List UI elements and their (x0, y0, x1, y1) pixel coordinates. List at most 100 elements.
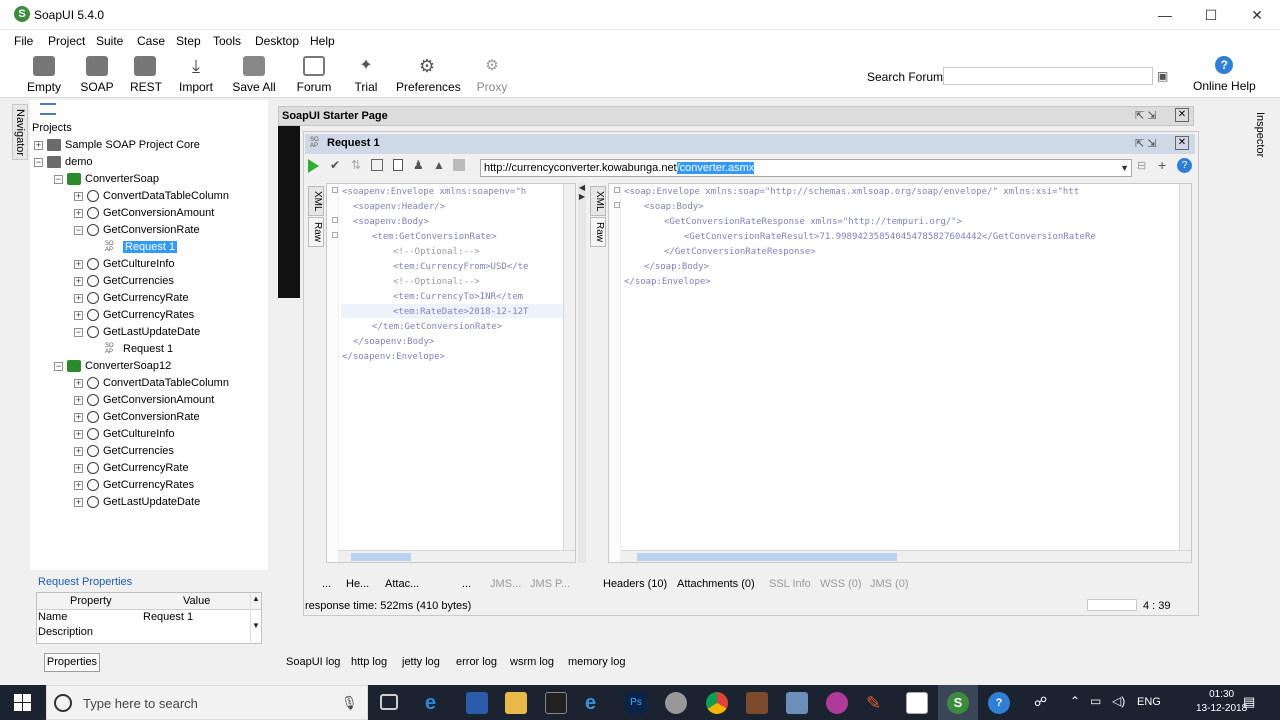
response-xml-editor[interactable]: <soap:Envelope xmlns:soap="http://schema… (608, 183, 1192, 563)
tree-item[interactable]: + GetCurrencyRate (34, 290, 266, 307)
expand-icon[interactable]: + (74, 497, 83, 507)
terminal-icon[interactable] (545, 692, 567, 714)
tree-item[interactable]: SO AP Request 1 (34, 341, 266, 358)
properties-scrollbar[interactable]: ▲ ▼ (250, 594, 261, 642)
help-icon[interactable]: ? (1177, 158, 1192, 173)
collapse-icon[interactable]: − (54, 361, 63, 371)
close-icon[interactable]: ✕ (1175, 108, 1189, 122)
tree-item[interactable]: + GetConversionAmount (34, 205, 266, 222)
tree-item[interactable]: + Sample SOAP Project Core (34, 137, 266, 154)
request-tab-jms-properties[interactable]: JMS P... (530, 578, 570, 590)
tree-item[interactable]: − GetLastUpdateDate (34, 324, 266, 341)
request-tab-jms-headers[interactable]: JMS... (490, 578, 521, 590)
response-tab-ssl-info[interactable]: SSL Info (769, 578, 811, 590)
tree-item[interactable]: + GetCurrencyRates (34, 307, 266, 324)
expand-icon[interactable]: + (74, 191, 83, 201)
tree-item[interactable]: + GetLastUpdateDate (34, 494, 266, 511)
internet-explorer-icon[interactable]: e (585, 692, 607, 714)
tree-item[interactable]: + GetCultureInfo (34, 426, 266, 443)
create-teststep-icon[interactable] (371, 159, 383, 171)
tree-item[interactable]: + GetCurrencies (34, 273, 266, 290)
expand-icon[interactable]: + (74, 412, 83, 422)
memory-log-tab[interactable]: memory log (568, 656, 625, 668)
tree-item[interactable]: − GetConversionRate (34, 222, 266, 239)
pen-icon[interactable]: ✎ (866, 692, 888, 714)
splitter[interactable]: ◀ ▶ (578, 183, 586, 563)
collapse-icon[interactable]: − (74, 225, 83, 235)
tree-item[interactable]: + GetConversionAmount (34, 392, 266, 409)
response-vertical-scrollbar[interactable] (1179, 184, 1191, 550)
soapui-taskbar-icon[interactable]: S (947, 692, 969, 714)
app-icon[interactable] (786, 692, 808, 714)
microphone-icon[interactable]: 🎙 (341, 695, 358, 711)
rest-button[interactable]: REST (130, 56, 162, 94)
expand-icon[interactable]: + (74, 208, 83, 218)
expand-icon[interactable]: + (34, 140, 43, 150)
app-icon[interactable] (746, 692, 768, 714)
table-row[interactable]: Name Request 1 (37, 610, 261, 626)
save-all-button[interactable]: Save All (232, 56, 276, 94)
request-tab-attachments[interactable]: Attac... (385, 578, 419, 590)
app-icon[interactable] (906, 692, 928, 714)
forum-button[interactable]: Forum (296, 56, 332, 94)
binoculars-icon[interactable]: ▣ (1157, 69, 1168, 83)
stop-icon[interactable] (453, 159, 465, 171)
value-column-header[interactable]: Value (183, 595, 210, 607)
tree-item[interactable]: + GetCurrencyRate (34, 460, 266, 477)
notifications-icon[interactable]: ▤ (1243, 694, 1255, 710)
request-vertical-scrollbar[interactable] (563, 184, 575, 550)
menu-file[interactable]: File (14, 34, 33, 48)
collapse-icon[interactable]: − (34, 157, 43, 167)
tree-item[interactable]: + GetCurrencyRates (34, 477, 266, 494)
wsrm-log-tab[interactable]: wsrm log (510, 656, 554, 668)
photoshop-icon[interactable]: Ps (625, 692, 647, 714)
menu-project[interactable]: Project (48, 34, 85, 48)
request-horizontal-scrollbar[interactable] (339, 550, 575, 562)
expand-icon[interactable]: + (74, 310, 83, 320)
restore-icon[interactable]: ⇱ ⇲ (1135, 137, 1157, 150)
user-icon[interactable]: ♟ (413, 158, 424, 172)
tree-item[interactable]: − ConverterSoap (34, 171, 266, 188)
trial-button[interactable]: ✦ Trial (350, 56, 382, 94)
http-log-tab[interactable]: http log (351, 656, 387, 668)
close-button[interactable]: ✕ (1234, 0, 1280, 30)
response-raw-tab[interactable]: Raw (590, 217, 606, 247)
request-tab-headers[interactable]: He... (346, 578, 369, 590)
properties-button[interactable]: Properties (44, 653, 100, 672)
scroll-thumb[interactable] (351, 553, 411, 561)
expand-icon[interactable]: + (74, 429, 83, 439)
app-icon[interactable] (826, 692, 848, 714)
clock[interactable]: 01:30 13-12-2018 (1196, 688, 1247, 716)
response-xml-tab[interactable]: XML (590, 186, 606, 216)
tree-item[interactable]: + ConvertDataTableColumn (34, 375, 266, 392)
restore-icon[interactable]: ⇱ ⇲ (1135, 109, 1157, 122)
menu-case[interactable]: Case (137, 34, 165, 48)
fold-icon[interactable] (614, 202, 620, 208)
property-column-header[interactable]: Property (70, 595, 112, 607)
tree-item[interactable]: + ConvertDataTableColumn (34, 188, 266, 205)
import-button[interactable]: ⤓ Import (176, 56, 216, 94)
jetty-log-tab[interactable]: jetty log (402, 656, 440, 668)
fold-icon[interactable] (614, 187, 620, 193)
table-row[interactable]: Description (37, 626, 261, 642)
expand-icon[interactable]: + (74, 378, 83, 388)
expand-icon[interactable]: + (74, 395, 83, 405)
clone-icon[interactable] (393, 159, 403, 171)
expand-icon[interactable]: + (74, 293, 83, 303)
search-forum-input[interactable] (943, 67, 1153, 85)
maximize-button[interactable]: ☐ (1188, 0, 1234, 30)
request-tab-more[interactable]: ... (322, 578, 331, 590)
tree-item[interactable]: + GetCultureInfo (34, 256, 266, 273)
expand-icon[interactable]: + (74, 276, 83, 286)
app-icon[interactable] (466, 692, 488, 714)
minimize-button[interactable]: — (1142, 0, 1188, 30)
expand-icon[interactable]: + (74, 480, 83, 490)
request-tab-more-2[interactable]: ... (462, 578, 471, 590)
expand-icon[interactable]: + (74, 446, 83, 456)
response-tab-attachments[interactable]: Attachments (0) (677, 578, 755, 590)
proxy-button[interactable]: ⚙ Proxy (474, 56, 510, 94)
task-view-icon[interactable] (380, 694, 398, 710)
menu-suite[interactable]: Suite (96, 34, 123, 48)
response-horizontal-scrollbar[interactable] (621, 550, 1191, 562)
response-tab-headers[interactable]: Headers (10) (603, 578, 667, 590)
